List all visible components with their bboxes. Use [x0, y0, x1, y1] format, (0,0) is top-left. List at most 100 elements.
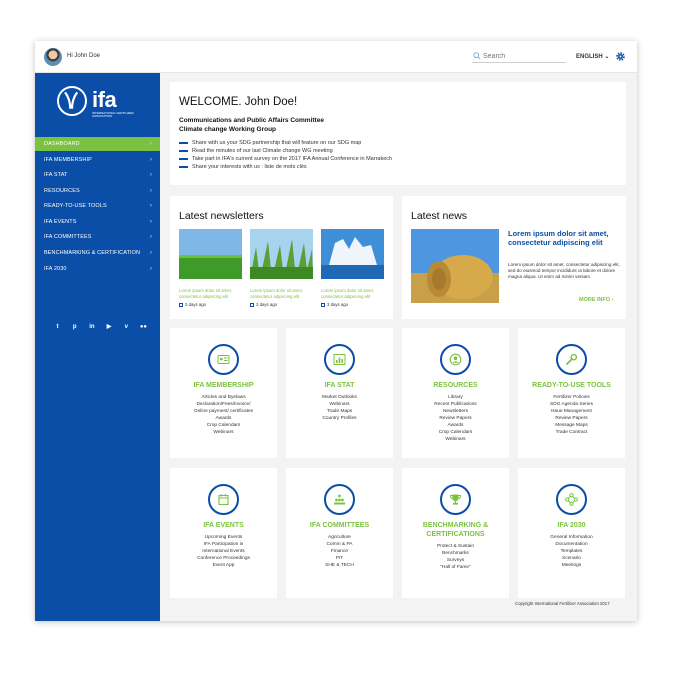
tile-links: Protect & Sustain Benchmarks Surveys "Ha… — [406, 543, 505, 571]
tile-link[interactable]: Comm & PA — [290, 541, 389, 548]
tile-link[interactable]: International Events — [174, 548, 273, 555]
nav-item-stat[interactable]: IFA STAT › — [35, 168, 160, 182]
tile-link[interactable]: Finance — [290, 548, 389, 555]
tile-ifa-stat[interactable]: IFA STAT Market Outlooks Webinars Trade … — [286, 328, 393, 458]
tile-link[interactable]: Trade Maps — [290, 408, 389, 415]
nav-label: RESOURCES — [44, 188, 80, 194]
tile-link[interactable]: Message Maps — [522, 422, 621, 429]
tile-link[interactable]: Library — [406, 394, 505, 401]
nav-label: IFA MEMBERSHIP — [44, 157, 92, 163]
nav-item-tools[interactable]: READY-TO-USE TOOLS › — [35, 199, 160, 213]
ifa-logo[interactable]: ifa INTERNATIONAL FERTILIZER ASSOCIATION — [57, 86, 137, 124]
welcome-org: Communications and Public Affairs Commit… — [179, 116, 324, 134]
calendar-icon — [250, 302, 254, 307]
tile-benchmarking[interactable]: BENCHMARKING & CERTIFICATIONS Protect & … — [402, 468, 509, 598]
tile-link[interactable]: "Hall of Fame" — [406, 564, 505, 571]
news-headline[interactable]: Lorem ipsum dolor sit amet, consectetur … — [508, 229, 620, 247]
tile-links: Upcoming Events IFA Participation in Int… — [174, 534, 273, 569]
pinterest-icon[interactable]: p — [70, 323, 79, 332]
tile-link[interactable]: Surveys — [406, 557, 505, 564]
tile-title: IFA COMMITTEES — [309, 522, 370, 529]
welcome-bullet[interactable]: Take part in IFA's current survey on the… — [179, 156, 392, 162]
tile-link[interactable]: Issue Management — [522, 408, 621, 415]
tile-link[interactable]: Webinars — [174, 429, 273, 436]
tile-link[interactable]: Conference Proceedings — [174, 555, 273, 562]
search-box[interactable] — [472, 51, 566, 63]
nav-item-dashboard[interactable]: DASHBOARD › — [35, 137, 160, 151]
search-icon[interactable] — [473, 52, 481, 60]
tile-link[interactable]: Benchmarks — [406, 550, 505, 557]
tile-link[interactable]: Declaration/Fees/Invoice/ — [174, 401, 273, 408]
tile-link[interactable]: SDG Agenda Series — [522, 401, 621, 408]
chevron-right-icon: › — [149, 188, 152, 194]
user-circle-icon — [440, 344, 471, 375]
tile-link[interactable]: Market Outlooks — [290, 394, 389, 401]
nav-item-resources[interactable]: RESOURCES › — [35, 184, 160, 198]
twitter-icon[interactable]: t — [53, 323, 62, 332]
gear-icon[interactable] — [615, 51, 626, 62]
nav-item-events[interactable]: IFA EVENTS › — [35, 215, 160, 229]
tile-link[interactable]: Crop Calendars — [406, 429, 505, 436]
tile-title: IFA MEMBERSHIP — [193, 382, 254, 389]
linkedin-icon[interactable]: in — [87, 323, 96, 332]
tile-link[interactable]: PIT — [290, 555, 389, 562]
tile-link[interactable]: Online payment/ certificates — [174, 408, 273, 415]
top-bar: Hi John Doe ENGLISH ⌄ — [35, 41, 637, 73]
tile-link[interactable]: Newsletters — [406, 408, 505, 415]
tile-link[interactable]: Fertilizer Policies — [522, 394, 621, 401]
tile-link[interactable]: Trade Contract — [522, 429, 621, 436]
tile-link[interactable]: IFA Participation in — [174, 541, 273, 548]
newsletter-date: 3 days ago — [179, 302, 242, 307]
avatar[interactable] — [44, 48, 62, 66]
tile-link[interactable]: Review Papers — [406, 415, 505, 422]
tile-link[interactable]: General Information — [522, 534, 621, 541]
newsletter-item[interactable]: Lorem ipsum dolor sit amet, consectetur … — [179, 229, 242, 307]
hay-bale-image[interactable] — [411, 229, 499, 303]
people-icon — [324, 484, 355, 515]
flickr-icon[interactable]: ●● — [139, 323, 148, 332]
newsletter-item[interactable]: Lorem ipsum dolor sit amet, consectetur … — [250, 229, 313, 307]
tile-link[interactable]: Protect & Sustain — [406, 543, 505, 550]
tile-link[interactable]: Upcoming Events — [174, 534, 273, 541]
tile-link[interactable]: Scenario — [522, 555, 621, 562]
nav-item-ifa2030[interactable]: IFA 2030 › — [35, 262, 160, 276]
welcome-bullet[interactable]: Share with us your SDG partnership that … — [179, 140, 361, 146]
tile-ready-to-use-tools[interactable]: READY-TO-USE TOOLS Fertilizer Policies S… — [518, 328, 625, 458]
tile-link[interactable]: SHE & TECH — [290, 562, 389, 569]
tile-link[interactable]: Country Profiles — [290, 415, 389, 422]
tile-link[interactable]: Event App — [174, 562, 273, 569]
welcome-bullet[interactable]: Share your interests with us : liste de … — [179, 164, 307, 170]
more-info-label: MORE INFO — [579, 297, 611, 303]
language-selector[interactable]: ENGLISH ⌄ — [576, 53, 609, 60]
tile-ifa-committees[interactable]: IFA COMMITTEES Agriculture Comm & PA Fin… — [286, 468, 393, 598]
tile-link[interactable]: Recent Publications — [406, 401, 505, 408]
newsletters-card: Latest newsletters Lorem ipsum dolor sit… — [170, 196, 393, 319]
tile-link[interactable]: Webinars — [406, 436, 505, 443]
tile-link[interactable]: Review Papers — [522, 415, 621, 422]
tile-link[interactable]: Webinars — [290, 401, 389, 408]
tile-ifa-membership[interactable]: IFA MEMBERSHIP Articles and Byelaws Decl… — [170, 328, 277, 458]
tile-link[interactable]: Awards — [406, 422, 505, 429]
vimeo-icon[interactable]: v — [122, 323, 131, 332]
welcome-bullet[interactable]: Read the minutes of our last Climate cha… — [179, 148, 333, 154]
tile-link[interactable]: Templates — [522, 548, 621, 555]
tile-link[interactable]: Awards — [174, 415, 273, 422]
more-info-link[interactable]: MORE INFO › — [579, 297, 614, 303]
tile-link[interactable]: Meetings — [522, 562, 621, 569]
nav-item-membership[interactable]: IFA MEMBERSHIP › — [35, 153, 160, 167]
newsletter-item[interactable]: Lorem ipsum dolor sit amet, consectetur … — [321, 229, 384, 307]
tile-link[interactable]: Documentation — [522, 541, 621, 548]
news-body: Lorem ipsum dolor sit amet, consectetur … — [508, 262, 620, 279]
tile-ifa-2030[interactable]: IFA 2030 General Information Documentati… — [518, 468, 625, 598]
tile-links: Market Outlooks Webinars Trade Maps Coun… — [290, 394, 389, 422]
nav-item-benchmarking[interactable]: BENCHMARKING & CERTIFICATION › — [35, 246, 160, 260]
search-input[interactable] — [483, 51, 563, 62]
tile-link[interactable]: Agriculture — [290, 534, 389, 541]
iceberg-image — [321, 229, 384, 279]
youtube-icon[interactable]: ▶ — [105, 323, 114, 332]
tile-link[interactable]: Articles and Byelaws — [174, 394, 273, 401]
tile-link[interactable]: Crop Calendars — [174, 422, 273, 429]
tile-resources[interactable]: RESOURCES Library Recent Publications Ne… — [402, 328, 509, 458]
tile-ifa-events[interactable]: IFA EVENTS Upcoming Events IFA Participa… — [170, 468, 277, 598]
nav-item-committees[interactable]: IFA COMMITTEES › — [35, 230, 160, 244]
